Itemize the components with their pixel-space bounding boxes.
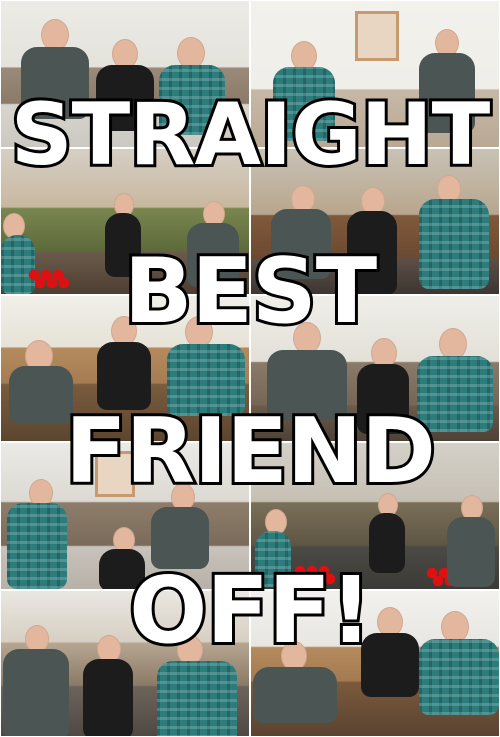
red-cups-icon bbox=[27, 269, 71, 289]
photo-backyard-right bbox=[250, 148, 500, 295]
red-cups-icon bbox=[293, 565, 337, 585]
photo-table-left bbox=[0, 295, 250, 442]
photo-table-right bbox=[250, 590, 500, 737]
photo-living-room-sofa bbox=[0, 442, 250, 590]
photo-backyard-left bbox=[0, 148, 250, 295]
photo-collage bbox=[0, 0, 500, 737]
photo-patio bbox=[0, 590, 250, 737]
photo-backyard-game bbox=[250, 442, 500, 590]
movie-poster: STRAIGHT BEST FRIEND OFF! bbox=[0, 0, 500, 737]
photo-living-room bbox=[250, 0, 500, 148]
framed-portrait-icon bbox=[95, 451, 135, 497]
photo-couch-three-men bbox=[0, 0, 250, 148]
photo-couch-right bbox=[250, 295, 500, 442]
framed-portrait-icon bbox=[355, 11, 399, 61]
